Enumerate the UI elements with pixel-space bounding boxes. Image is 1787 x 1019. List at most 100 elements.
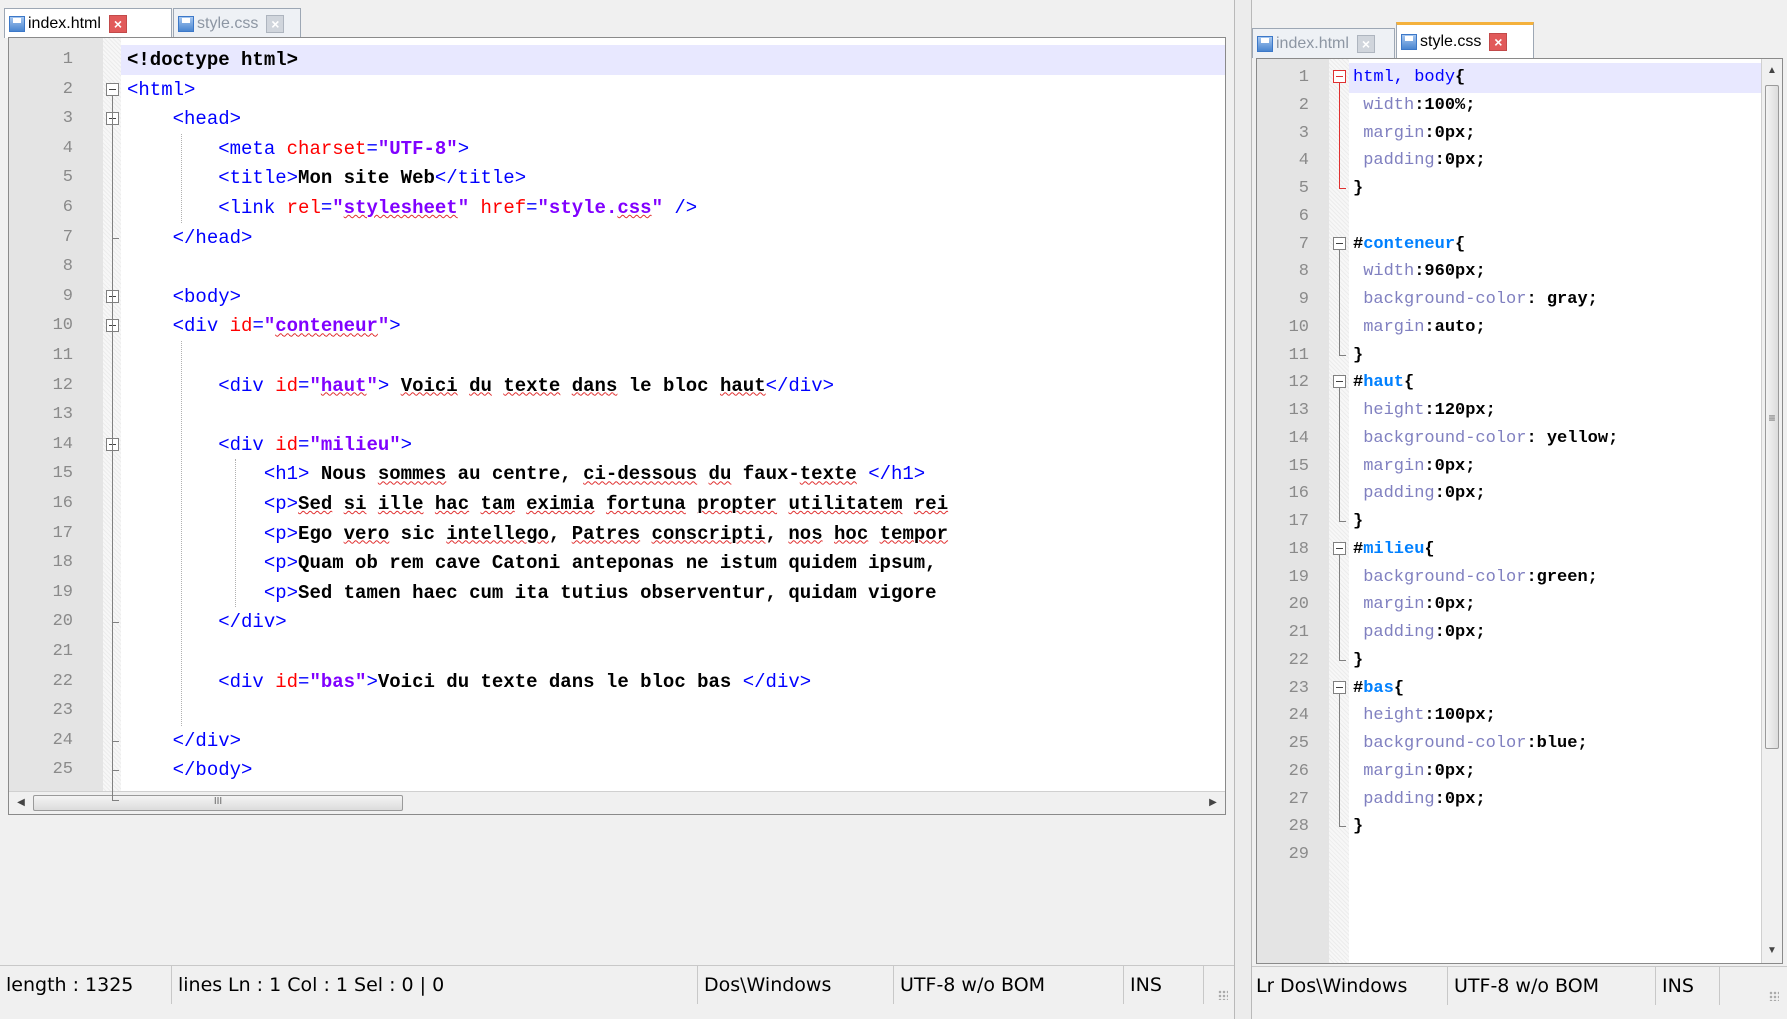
code-token: : bbox=[1414, 95, 1425, 115]
code-line: background-color: gray; bbox=[1353, 285, 1598, 315]
close-tab-icon[interactable]: × bbox=[1489, 32, 1508, 51]
code-token: { bbox=[1404, 373, 1415, 393]
code-token: # bbox=[1353, 678, 1364, 698]
close-tab-icon[interactable]: × bbox=[266, 14, 285, 33]
code-token: ; bbox=[1475, 262, 1486, 282]
code-token: 960px bbox=[1424, 262, 1476, 282]
status-eol-format: Dos\Windows bbox=[1274, 967, 1448, 1005]
tab-index-html[interactable]: index.html × bbox=[4, 8, 172, 38]
vertical-scrollbar[interactable]: ▲ ≡ ▼ bbox=[1761, 59, 1782, 963]
code-token: " bbox=[377, 315, 390, 338]
code-editor-index-html[interactable]: 1 <!doctype html> 2 <html> 3 <head> 4 <meta c… bbox=[8, 37, 1226, 815]
close-tab-icon[interactable]: × bbox=[108, 14, 127, 33]
code-token: utilitatem bbox=[788, 493, 903, 515]
fold-minus-icon[interactable] bbox=[1333, 375, 1346, 389]
code-token: " bbox=[309, 374, 321, 397]
code-token: <h1> bbox=[263, 463, 310, 486]
line-number: 19 bbox=[52, 582, 73, 602]
code-token: 0px bbox=[1434, 595, 1466, 615]
fold-minus-icon[interactable] bbox=[1333, 680, 1346, 694]
code-token: Voici du texte dans le bloc bas bbox=[377, 670, 743, 693]
code-token: margin bbox=[1363, 595, 1425, 615]
code-line: #conteneur{ bbox=[1353, 230, 1465, 260]
code-token: html, body bbox=[1353, 68, 1456, 87]
close-tab-icon[interactable]: × bbox=[1356, 34, 1375, 53]
code-token: { bbox=[1455, 68, 1466, 87]
scroll-right-icon[interactable]: ▶ bbox=[1203, 792, 1223, 814]
code-token: ci-dessous bbox=[583, 463, 698, 486]
code-token: 0px bbox=[1434, 761, 1466, 781]
code-token: <div bbox=[218, 433, 276, 456]
line-number: 9 bbox=[1298, 290, 1309, 309]
code-token: : bbox=[1424, 761, 1435, 781]
line-number: 8 bbox=[1298, 262, 1309, 282]
code-token: " bbox=[366, 374, 378, 397]
code-token: haut bbox=[1363, 373, 1405, 393]
fold-minus-icon[interactable] bbox=[1333, 236, 1346, 250]
tab-index-html[interactable]: index.html × bbox=[1252, 28, 1395, 58]
scroll-up-icon[interactable]: ▲ bbox=[1762, 61, 1782, 81]
code-token: margin bbox=[1363, 456, 1425, 476]
line-number: 11 bbox=[1288, 345, 1309, 365]
code-token: : bbox=[1414, 262, 1425, 282]
code-line: <p>Sed si ille hac tam eximia fortuna pr… bbox=[127, 489, 948, 519]
line-number: 25 bbox=[1288, 734, 1309, 753]
line-number: 11 bbox=[52, 346, 73, 365]
line-number: 20 bbox=[1288, 595, 1309, 615]
code-token: height bbox=[1363, 401, 1425, 420]
code-token: <div bbox=[172, 315, 230, 338]
tab-style-css[interactable]: style.css × bbox=[173, 8, 301, 38]
code-token: 100% bbox=[1424, 95, 1466, 115]
code-line: #milieu{ bbox=[1353, 535, 1435, 565]
code-token: : bbox=[1424, 456, 1435, 476]
line-number: 9 bbox=[62, 286, 73, 306]
line-number: 6 bbox=[62, 198, 73, 217]
code-line: margin:0px; bbox=[1353, 757, 1475, 787]
file-save-icon bbox=[1401, 33, 1417, 50]
code-token: hoc bbox=[834, 522, 869, 545]
line-number: 5 bbox=[62, 168, 73, 188]
code-token: : bbox=[1424, 317, 1435, 337]
status-length: length : 1325 bbox=[0, 966, 172, 1004]
code-line: <meta charset="UTF-8"> bbox=[127, 134, 469, 164]
view-splitter[interactable] bbox=[1234, 0, 1252, 1019]
line-number: 21 bbox=[1288, 623, 1309, 642]
fold-minus-icon[interactable] bbox=[1333, 70, 1346, 83]
code-token: </div> bbox=[742, 670, 812, 693]
resize-grip-icon[interactable] bbox=[1218, 990, 1228, 1000]
resize-grip-icon[interactable] bbox=[1769, 991, 1779, 1001]
code-token: bas bbox=[1363, 678, 1394, 698]
code-editor-style-css[interactable]: 1 html, body{2 width:100%; 3 margin:0px; 4 … bbox=[1256, 58, 1783, 964]
code-token: sommes bbox=[377, 463, 447, 486]
fold-minus-icon[interactable] bbox=[1333, 541, 1346, 555]
fold-minus-icon[interactable] bbox=[106, 82, 119, 96]
code-token: # bbox=[1353, 539, 1364, 559]
code-token: Nous bbox=[309, 463, 378, 486]
code-token: texte bbox=[503, 374, 561, 397]
code-token: </h1> bbox=[868, 463, 926, 486]
scroll-thumb[interactable]: ≡ bbox=[1765, 85, 1779, 749]
line-number: 28 bbox=[1288, 817, 1309, 837]
code-token: dans bbox=[571, 374, 618, 397]
scroll-thumb[interactable]: III bbox=[33, 795, 403, 811]
code-line: margin:0px; bbox=[1353, 452, 1475, 482]
scroll-left-icon[interactable]: ◀ bbox=[11, 792, 31, 814]
scroll-down-icon[interactable]: ▼ bbox=[1762, 941, 1782, 961]
line-number: 3 bbox=[1298, 123, 1309, 143]
tab-style-css[interactable]: style.css × bbox=[1396, 22, 1534, 58]
code-token: du bbox=[708, 463, 732, 486]
horizontal-scrollbar[interactable]: ◀ III ▶ bbox=[9, 791, 1225, 814]
code-token: > bbox=[400, 433, 413, 456]
